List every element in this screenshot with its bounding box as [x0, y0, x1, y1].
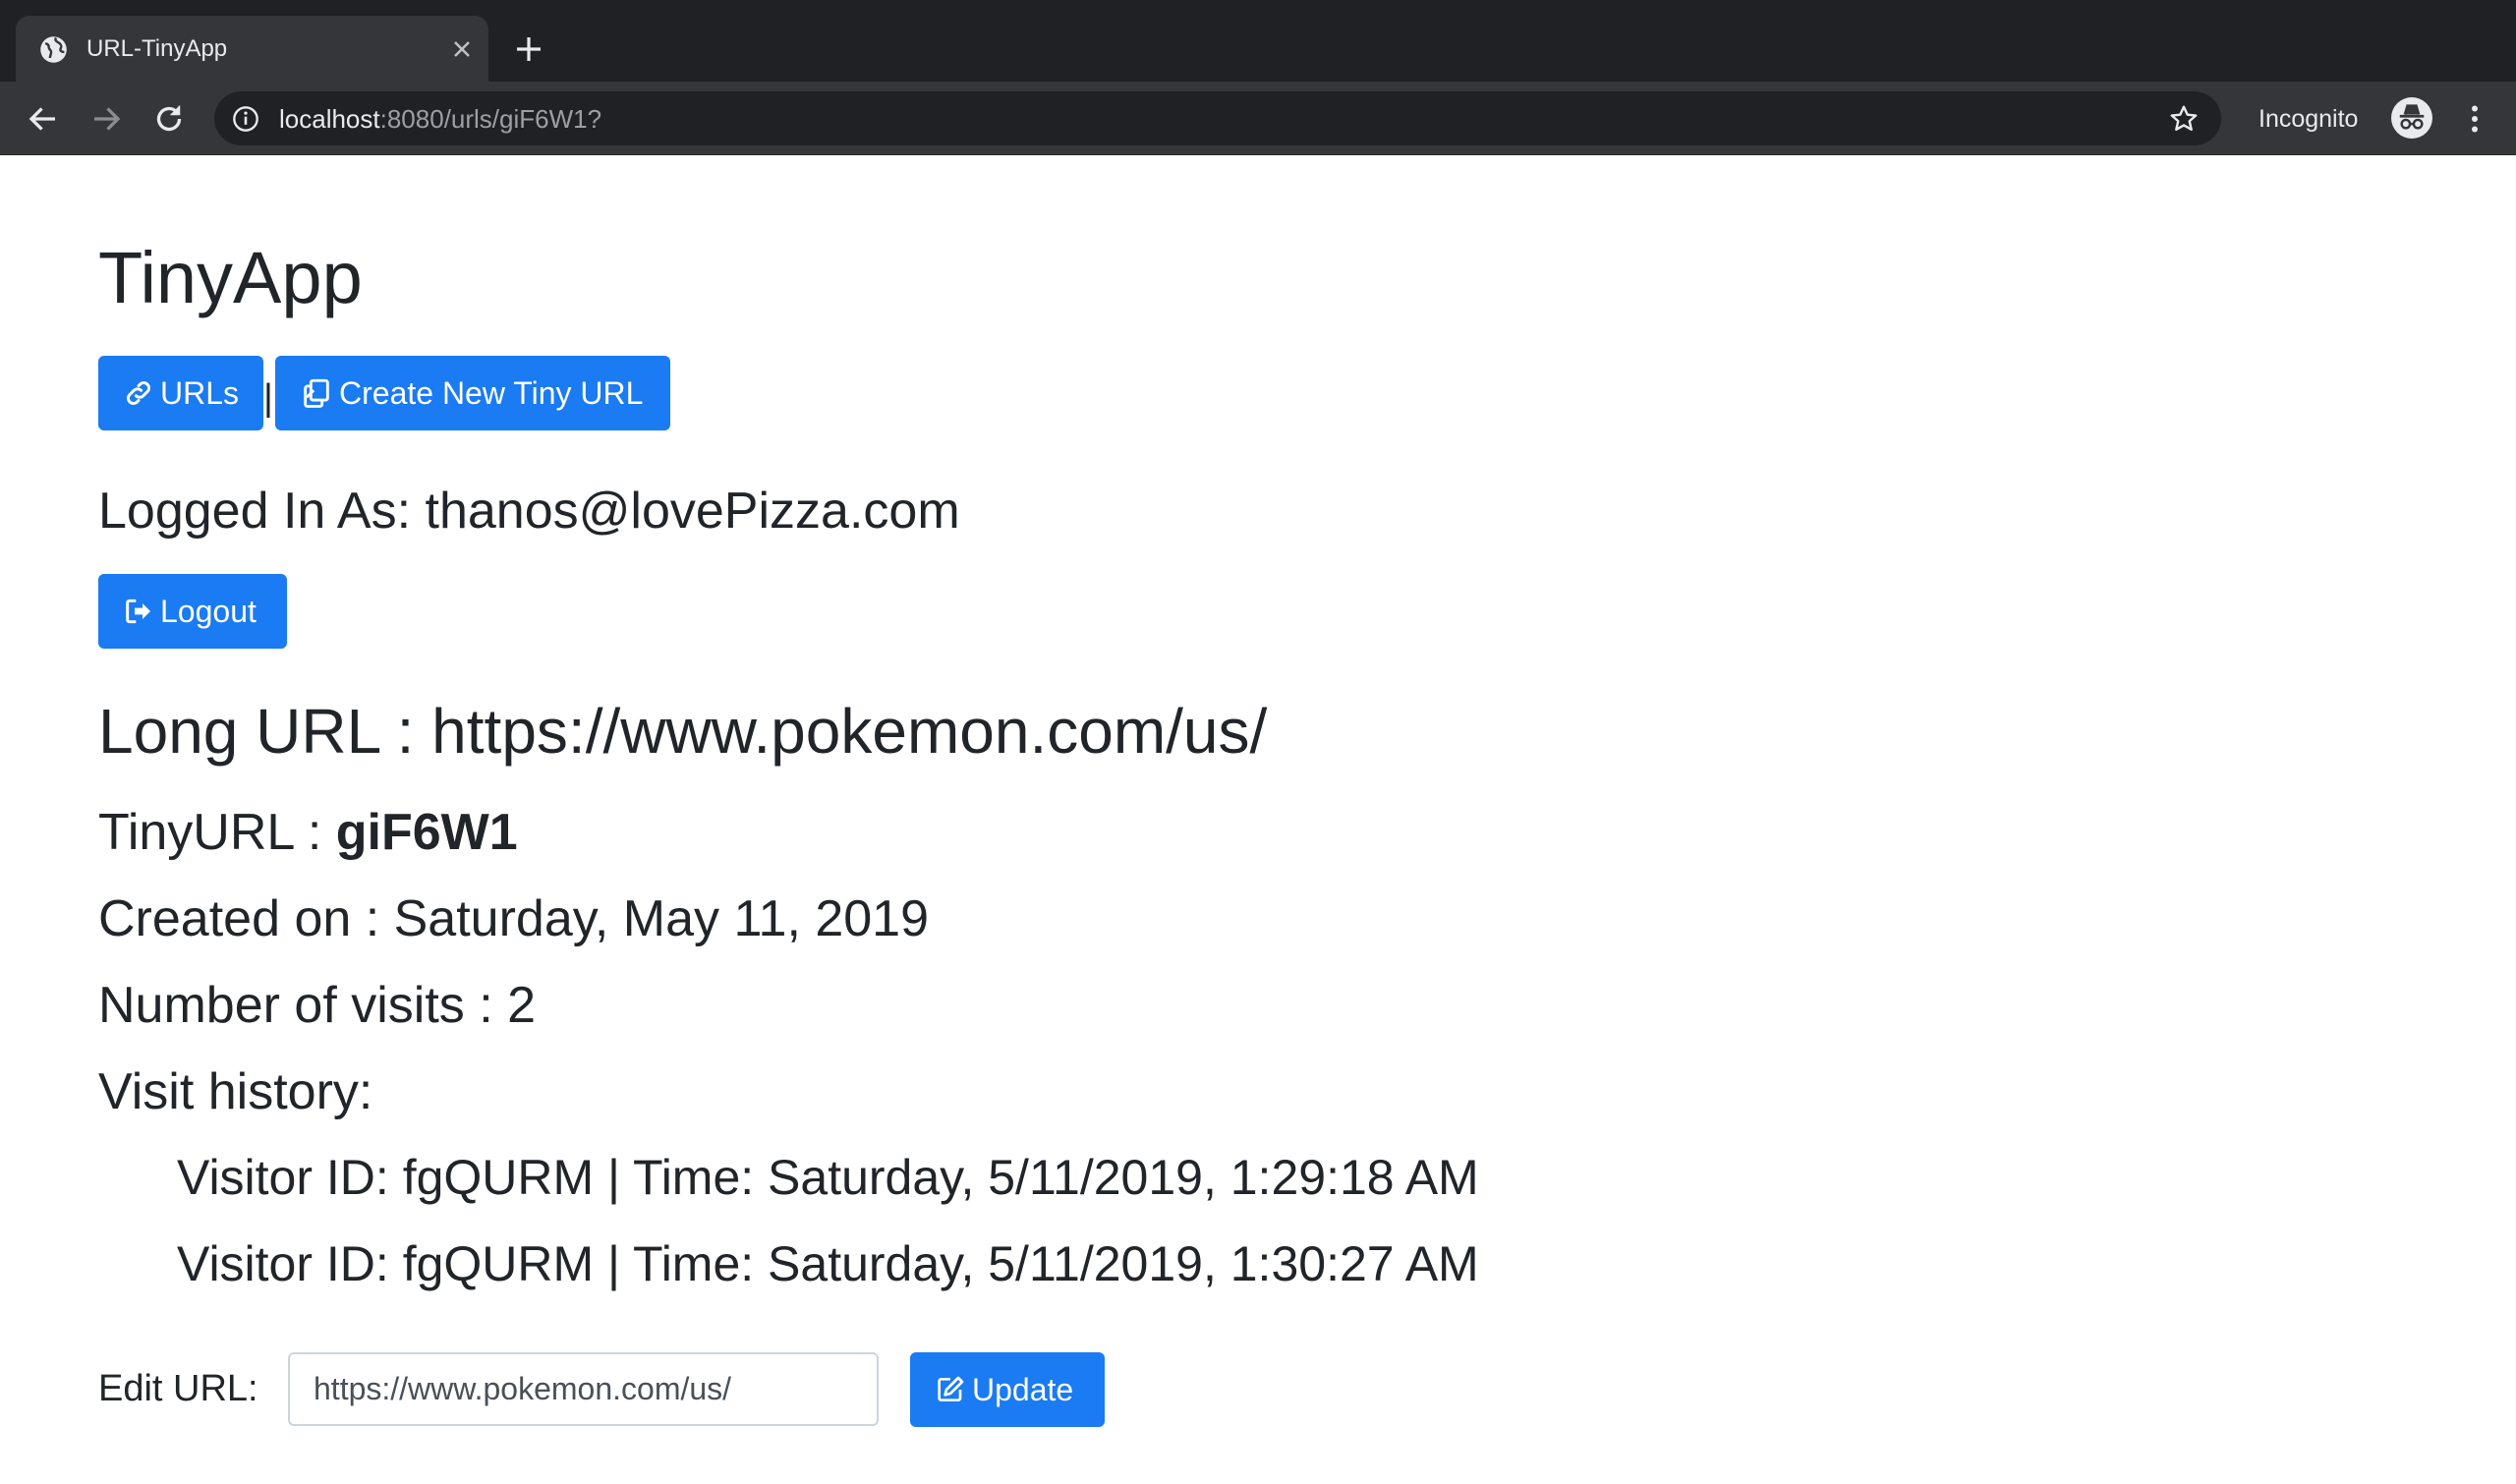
page-content: TinyApp URLs | Create New Tiny URL Logge…: [0, 155, 2516, 1484]
create-button-label: Create New Tiny URL: [339, 375, 644, 411]
update-button[interactable]: Update: [910, 1352, 1105, 1427]
incognito-icon[interactable]: [2391, 97, 2432, 139]
long-url-heading: Long URL : https://www.pokemon.com/us/: [98, 696, 1268, 767]
tinyurl-code: giF6W1: [335, 804, 518, 861]
back-arrow-icon[interactable]: [26, 101, 61, 137]
urls-button-label: URLs: [160, 375, 240, 411]
new-tab-icon[interactable]: [513, 33, 544, 65]
reload-icon[interactable]: [151, 101, 187, 137]
url-text: localhost:8080/urls/giF6W1?: [279, 102, 601, 136]
url-path: :8080/urls/giF6W1?: [379, 104, 602, 134]
update-button-label: Update: [972, 1372, 1074, 1407]
edit-url-label: Edit URL:: [98, 1368, 258, 1409]
logout-button-label: Logout: [160, 594, 257, 629]
info-icon[interactable]: [232, 105, 259, 133]
urls-button[interactable]: URLs: [98, 356, 263, 430]
visit-history-item: Visitor ID: fgQURM | Time: Saturday, 5/1…: [177, 1236, 1479, 1291]
created-on-text: Created on : Saturday, May 11, 2019: [98, 890, 930, 947]
visits-count-text: Number of visits : 2: [98, 977, 537, 1034]
kebab-menu-icon[interactable]: [2457, 101, 2492, 137]
incognito-label: Incognito: [2259, 105, 2359, 133]
edit-url-input[interactable]: [288, 1352, 879, 1426]
url-host: localhost: [279, 104, 380, 134]
browser-tab-bar: URL-TinyApp: [0, 0, 2516, 82]
visit-history-item: Visitor ID: fgQURM | Time: Saturday, 5/1…: [177, 1150, 1479, 1205]
logout-button[interactable]: Logout: [98, 574, 287, 649]
copy-icon: [304, 378, 329, 408]
link-icon: [127, 381, 150, 405]
tab-title: URL-TinyApp: [86, 35, 228, 62]
address-bar[interactable]: localhost:8080/urls/giF6W1?: [214, 91, 2221, 145]
logged-in-text: Logged In As: thanos@lovePizza.com: [98, 483, 960, 540]
browser-toolbar: localhost:8080/urls/giF6W1? Incognito: [0, 82, 2516, 155]
tinyurl-prefix: TinyURL :: [98, 804, 336, 861]
tinyurl-line: TinyURL : giF6W1: [98, 802, 518, 863]
create-tiny-url-button[interactable]: Create New Tiny URL: [275, 356, 670, 430]
app-title: TinyApp: [98, 237, 363, 318]
sign-out-icon: [126, 599, 150, 624]
browser-tab[interactable]: URL-TinyApp: [16, 16, 488, 82]
nav-separator: |: [263, 377, 273, 419]
edit-icon: [938, 1376, 964, 1401]
bookmark-star-icon[interactable]: [2168, 103, 2200, 135]
globe-icon: [40, 36, 67, 63]
visit-history-heading: Visit history:: [98, 1063, 373, 1120]
close-icon[interactable]: [448, 35, 476, 63]
forward-arrow-icon[interactable]: [88, 101, 124, 137]
